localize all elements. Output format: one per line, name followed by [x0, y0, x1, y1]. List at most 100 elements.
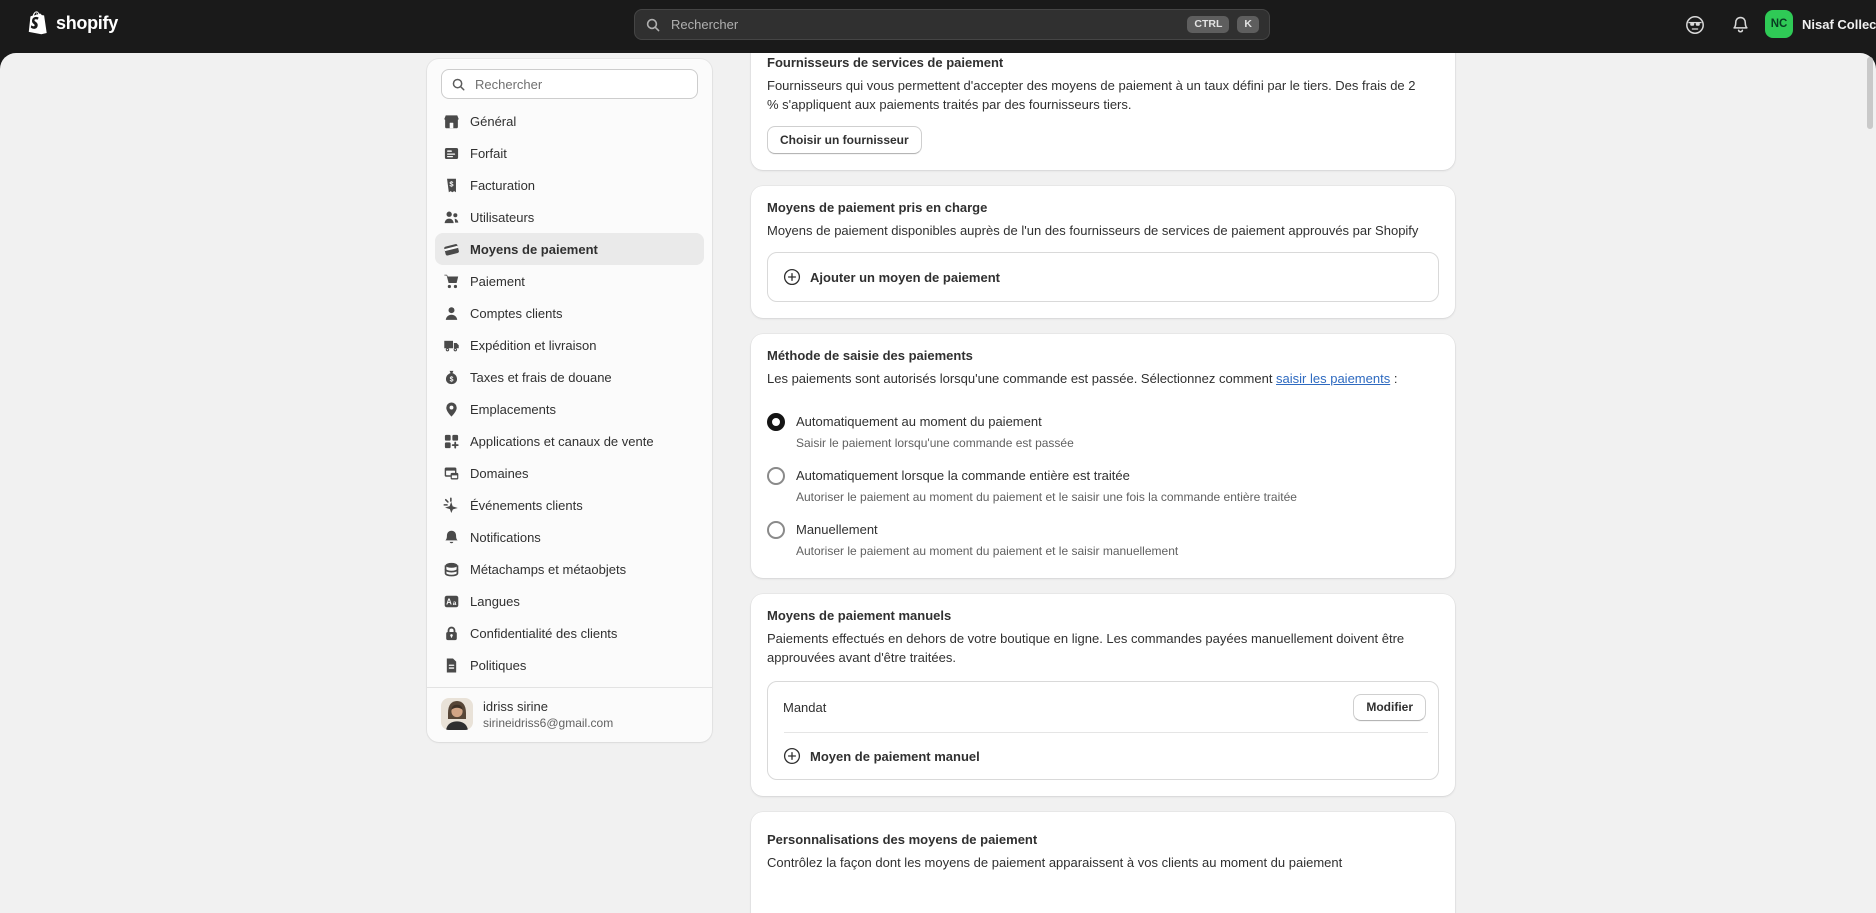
- capture-option-3: Manuellement Autoriser le paiement au mom…: [767, 520, 1439, 560]
- bell-icon: [443, 529, 460, 546]
- shopify-bag-icon: [26, 10, 49, 36]
- sidebar-item-confidentialite-des-clients[interactable]: Confidentialité des clients: [435, 617, 704, 649]
- svg-text:A: A: [446, 597, 452, 606]
- option-label: Manuellement: [796, 520, 1178, 540]
- add-payment-method-row[interactable]: Ajouter un moyen de paiement: [767, 252, 1439, 302]
- sidebar-item-forfait[interactable]: Forfait: [435, 137, 704, 169]
- sidebar-item-emplacements[interactable]: Emplacements: [435, 393, 704, 425]
- payments-icon: [443, 241, 460, 258]
- location-pin-icon: [443, 401, 460, 418]
- sidebar-item-applications-et-canaux-de-vente[interactable]: Applications et canaux de vente: [435, 425, 704, 457]
- customer-account-icon: [443, 305, 460, 322]
- current-user-block: idriss sirine sirineidriss6@gmail.com: [427, 687, 712, 742]
- customer-events-icon: [443, 497, 460, 514]
- add-manual-method-row[interactable]: Moyen de paiement manuel: [768, 733, 1438, 779]
- shortcut-k-key: K: [1237, 16, 1259, 33]
- languages-icon: Aa: [443, 593, 460, 610]
- sidebar-item-metachamps-et-metaobjets[interactable]: Métachamps et métaobjets: [435, 553, 704, 585]
- shopify-logo[interactable]: shopify: [26, 10, 118, 36]
- add-payment-method-label: Ajouter un moyen de paiement: [810, 270, 1000, 285]
- capture-payments-link[interactable]: saisir les paiements: [1276, 371, 1390, 386]
- plan-icon: [443, 145, 460, 162]
- option-sublabel: Autoriser le paiement au moment du paiem…: [796, 489, 1297, 506]
- domains-icon: [443, 465, 460, 482]
- settings-modal: GénéralForfait$FacturationUtilisateursMo…: [0, 53, 1876, 913]
- settings-sidebar: GénéralForfait$FacturationUtilisateursMo…: [427, 59, 712, 742]
- sidebar-item-expedition-et-livraison[interactable]: Expédition et livraison: [435, 329, 704, 361]
- providers-title: Fournisseurs de services de paiement: [767, 55, 1439, 70]
- sidebar-item-facturation[interactable]: $Facturation: [435, 169, 704, 201]
- global-search-input[interactable]: [669, 16, 1179, 33]
- policies-icon: [443, 657, 460, 674]
- option-sublabel: Saisir le paiement lorsqu'une commande e…: [796, 435, 1074, 452]
- radio-button[interactable]: [767, 467, 785, 485]
- sidebar-item-langues[interactable]: AaLangues: [435, 585, 704, 617]
- add-manual-method-label: Moyen de paiement manuel: [810, 749, 980, 764]
- store-avatar: NC: [1765, 10, 1793, 38]
- svg-text:a: a: [453, 599, 457, 606]
- checkout-cart-icon: [443, 273, 460, 290]
- settings-search-box[interactable]: [441, 69, 698, 99]
- taxes-moneybag-icon: $: [443, 369, 460, 386]
- sidekick-icon[interactable]: [1684, 14, 1706, 36]
- sidebar-item-evenements-clients[interactable]: Événements clients: [435, 489, 704, 521]
- user-name: idriss sirine: [483, 699, 613, 714]
- store-icon: [443, 113, 460, 130]
- metaobjects-icon: [443, 561, 460, 578]
- radio-button[interactable]: [767, 413, 785, 431]
- option-sublabel: Autoriser le paiement au moment du paiem…: [796, 543, 1178, 560]
- plus-circle-icon: [783, 747, 801, 765]
- shortcut-ctrl-key: CTRL: [1187, 16, 1229, 33]
- sidebar-item-notifications[interactable]: Notifications: [435, 521, 704, 553]
- manual-description: Paiements effectués en dehors de votre b…: [767, 629, 1427, 667]
- svg-text:$: $: [450, 376, 454, 383]
- capture-option-2: Automatiquement lorsque la commande enti…: [767, 466, 1439, 506]
- radio-button[interactable]: [767, 521, 785, 539]
- sidebar-item-comptes-clients[interactable]: Comptes clients: [435, 297, 704, 329]
- privacy-lock-icon: [443, 625, 460, 642]
- sidebar-item-utilisateurs[interactable]: Utilisateurs: [435, 201, 704, 233]
- plus-circle-icon: [783, 268, 801, 286]
- manual-methods-card: Moyens de paiement manuels Paiements eff…: [751, 594, 1455, 796]
- search-icon: [645, 17, 661, 33]
- supported-description: Moyens de paiement disponibles auprès de…: [767, 221, 1427, 240]
- store-name: Nisaf Collecti: [1802, 17, 1876, 32]
- providers-description: Fournisseurs qui vous permettent d'accep…: [767, 76, 1427, 114]
- search-icon: [451, 77, 466, 92]
- sidebar-item-taxes-et-frais-de-douane[interactable]: $Taxes et frais de douane: [435, 361, 704, 393]
- customizations-title: Personnalisations des moyens de paiement: [767, 832, 1439, 847]
- shopify-wordmark: shopify: [56, 13, 118, 34]
- user-avatar: [441, 698, 473, 730]
- store-account-chip[interactable]: NC Nisaf Collecti: [1765, 10, 1876, 38]
- capture-option-1: Automatiquement au moment du paiement Sai…: [767, 412, 1439, 452]
- sidebar-item-politiques[interactable]: Politiques: [435, 649, 704, 681]
- capture-options-group: Automatiquement au moment du paiement Sai…: [767, 412, 1439, 562]
- capture-description: Les paiements sont autorisés lorsqu'une …: [767, 369, 1427, 388]
- settings-search-input[interactable]: [473, 76, 688, 93]
- sidebar-item-general[interactable]: Général: [435, 105, 704, 137]
- manual-methods-list: Mandat Modifier Moyen de paiement manuel: [767, 681, 1439, 780]
- manual-title: Moyens de paiement manuels: [767, 608, 1439, 623]
- customizations-card: Personnalisations des moyens de paiement…: [751, 812, 1455, 913]
- shipping-truck-icon: [443, 337, 460, 354]
- sidebar-item-paiement[interactable]: Paiement: [435, 265, 704, 297]
- top-bar: shopify CTRL K NC Nisaf Collecti: [0, 0, 1876, 49]
- sidebar-item-domaines[interactable]: Domaines: [435, 457, 704, 489]
- payment-capture-card: Méthode de saisie des paiements Les paie…: [751, 334, 1455, 578]
- notifications-bell-icon[interactable]: [1730, 14, 1752, 36]
- vertical-scrollbar[interactable]: [1867, 57, 1873, 129]
- supported-title: Moyens de paiement pris en charge: [767, 200, 1439, 215]
- manual-method-row: Mandat Modifier: [768, 682, 1438, 732]
- billing-icon: $: [443, 177, 460, 194]
- payment-providers-card: Fournisseurs de services de paiement Fou…: [751, 53, 1455, 170]
- option-label: Automatiquement au moment du paiement: [796, 412, 1074, 432]
- customizations-description: Contrôlez la façon dont les moyens de pa…: [767, 853, 1427, 872]
- choose-provider-button[interactable]: Choisir un fournisseur: [767, 126, 922, 154]
- global-search-bar[interactable]: CTRL K: [634, 9, 1270, 40]
- edit-manual-method-button[interactable]: Modifier: [1353, 694, 1426, 720]
- sidebar-item-moyens-de-paiement[interactable]: Moyens de paiement: [435, 233, 704, 265]
- capture-title: Méthode de saisie des paiements: [767, 348, 1439, 363]
- settings-content: Fournisseurs de services de paiement Fou…: [751, 53, 1455, 913]
- supported-methods-card: Moyens de paiement pris en charge Moyens…: [751, 186, 1455, 318]
- option-label: Automatiquement lorsque la commande enti…: [796, 466, 1297, 486]
